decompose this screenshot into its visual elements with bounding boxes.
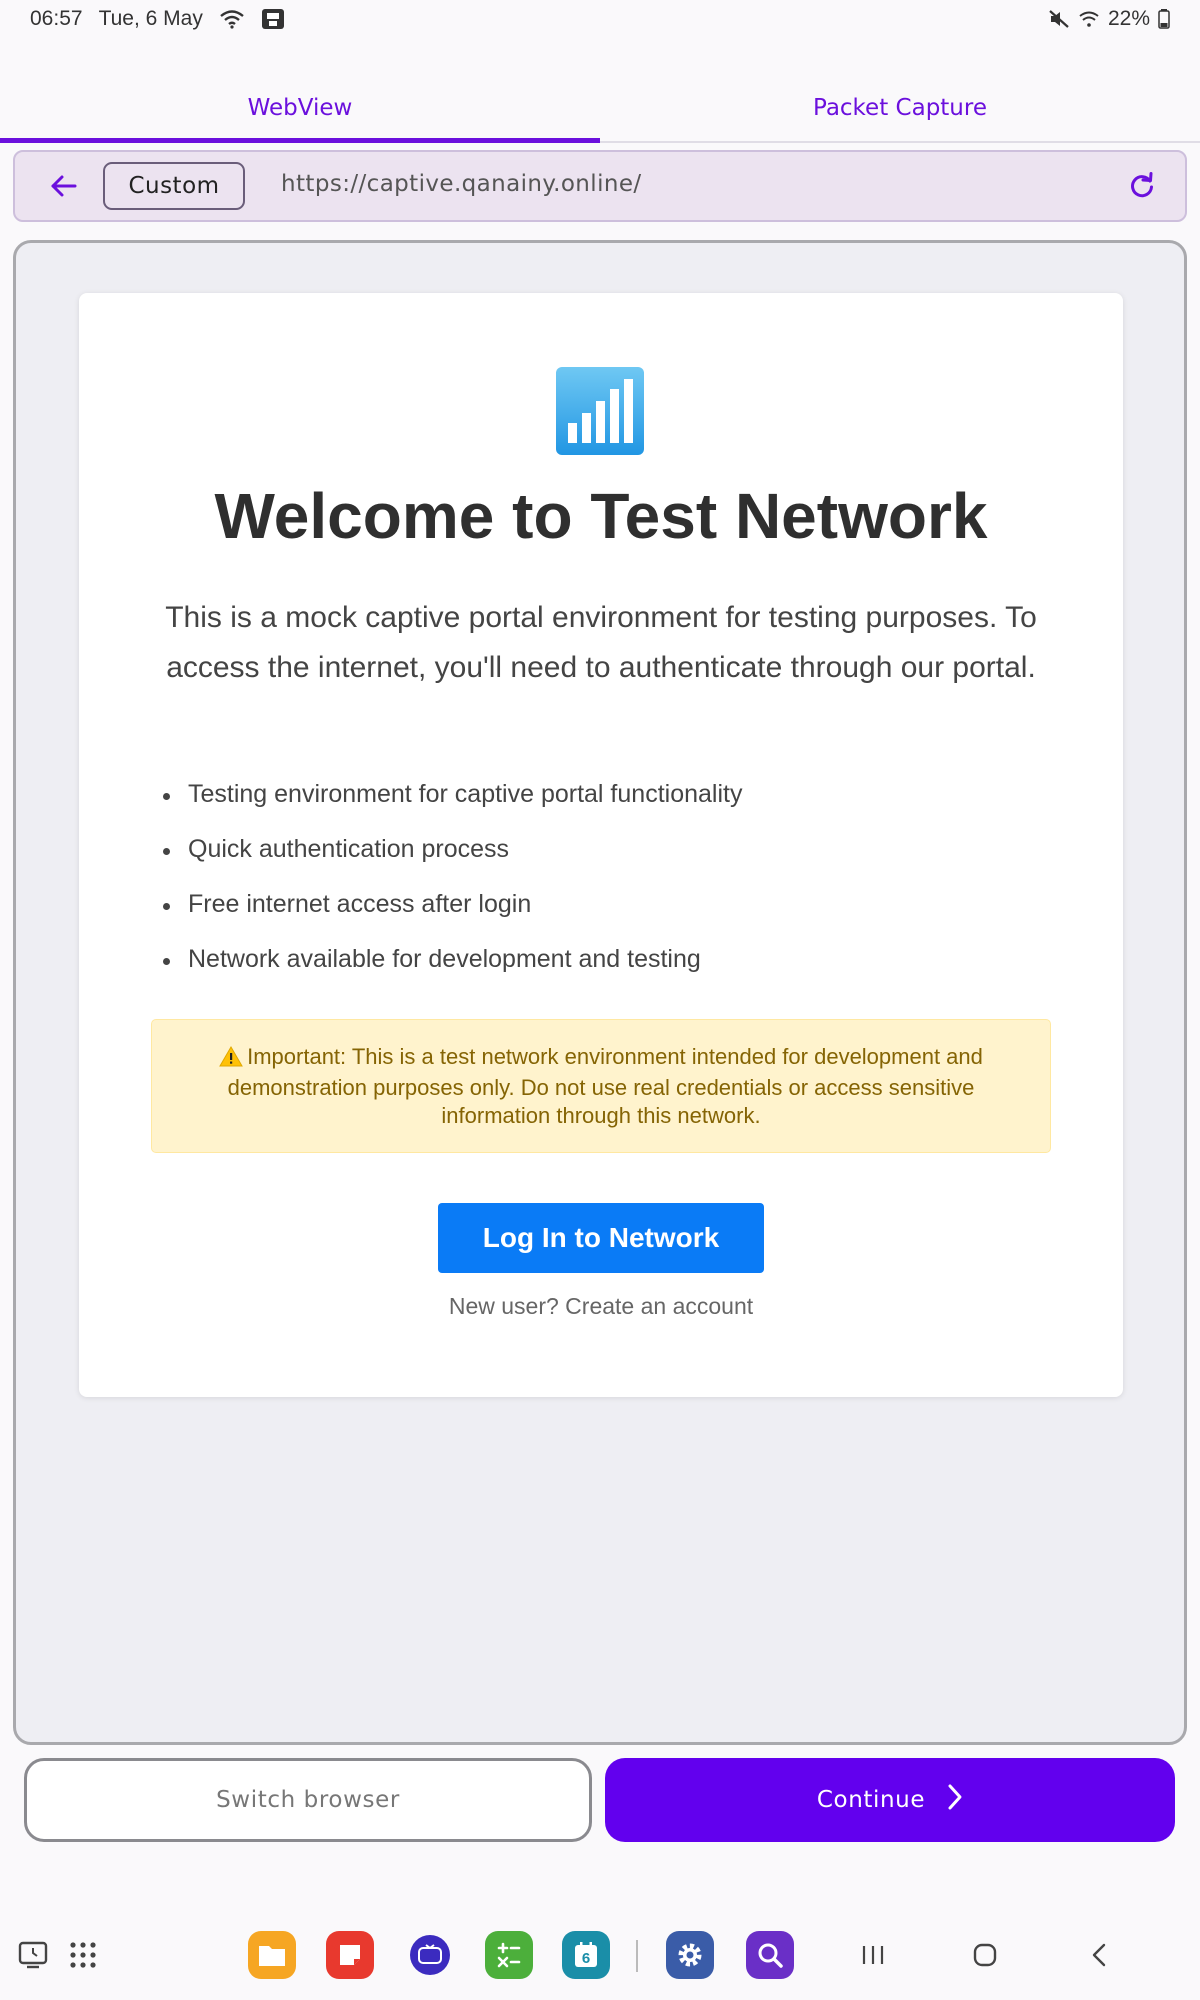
list-item: Network available for development and te… — [163, 932, 1063, 987]
webview-frame: Welcome to Test Network This is a mock c… — [13, 240, 1187, 1745]
continue-label: Continue — [816, 1787, 926, 1813]
taskbar: 6 — [0, 1930, 1200, 1992]
continue-button[interactable]: Continue — [605, 1758, 1175, 1842]
calendar-icon[interactable]: 6 — [561, 1930, 611, 1980]
tab-bar: WebView Packet Capture — [0, 75, 1200, 143]
reload-icon[interactable] — [1115, 159, 1169, 213]
tab-packet-capture[interactable]: Packet Capture — [600, 75, 1200, 141]
warning-box: Important: This is a test network enviro… — [151, 1019, 1051, 1153]
warning-text: Important: This is a test network enviro… — [227, 1043, 983, 1128]
url-bar: Custom https://captive.qanainy.online/ — [13, 150, 1187, 222]
back-nav-icon[interactable] — [1074, 1930, 1124, 1980]
recent-apps-icon[interactable] — [8, 1930, 58, 1980]
page-title: Welcome to Test Network — [214, 480, 988, 552]
notes-icon[interactable] — [325, 1930, 375, 1980]
files-icon[interactable] — [247, 1930, 297, 1980]
status-date: Tue, 6 May — [98, 7, 203, 30]
calculator-icon[interactable] — [484, 1930, 534, 1980]
settings-icon[interactable] — [665, 1930, 715, 1980]
portal-description: This is a mock captive portal environmen… — [165, 601, 1037, 684]
battery-percentage: 22% — [1107, 7, 1150, 30]
create-account-link[interactable]: New user? Create an account — [79, 1293, 1123, 1320]
login-button[interactable]: Log In to Network — [438, 1203, 764, 1273]
list-item: Testing environment for captive portal f… — [163, 767, 1063, 822]
bottom-actions: Switch browser Continue — [0, 1758, 1200, 1842]
web-search-icon[interactable] — [745, 1930, 795, 1980]
switch-browser-button[interactable]: Switch browser — [24, 1758, 592, 1842]
iptv-icon[interactable] — [405, 1930, 455, 1980]
feature-list: Testing environment for captive portal f… — [163, 767, 1063, 987]
calendar-day: 6 — [582, 1950, 590, 1967]
wifi-signal-icon — [1078, 10, 1100, 28]
custom-mode-chip[interactable]: Custom — [103, 162, 245, 210]
warning-icon — [219, 1045, 243, 1074]
chevron-right-icon — [947, 1783, 963, 1817]
url-input[interactable]: https://captive.qanainy.online/ — [281, 171, 642, 201]
mute-icon — [1048, 9, 1070, 29]
screenshot-notification-icon — [261, 8, 285, 30]
portal-card: Welcome to Test Network This is a mock c… — [79, 293, 1123, 1397]
list-item: Free internet access after login — [163, 877, 1063, 932]
list-item: Quick authentication process — [163, 822, 1063, 877]
status-bar: 06:57 Tue, 6 May 22% — [0, 0, 1200, 38]
tab-webview[interactable]: WebView — [0, 75, 600, 143]
battery-icon — [1158, 9, 1170, 29]
app-drawer-icon[interactable] — [58, 1930, 108, 1980]
status-time: 06:57 — [30, 7, 83, 30]
antenna-bars-icon — [554, 365, 646, 457]
back-arrow-icon[interactable] — [37, 159, 91, 213]
recents-nav-icon[interactable] — [848, 1930, 898, 1980]
wifi-icon — [219, 9, 245, 29]
home-nav-icon[interactable] — [960, 1930, 1010, 1980]
dock-divider — [636, 1940, 638, 1972]
